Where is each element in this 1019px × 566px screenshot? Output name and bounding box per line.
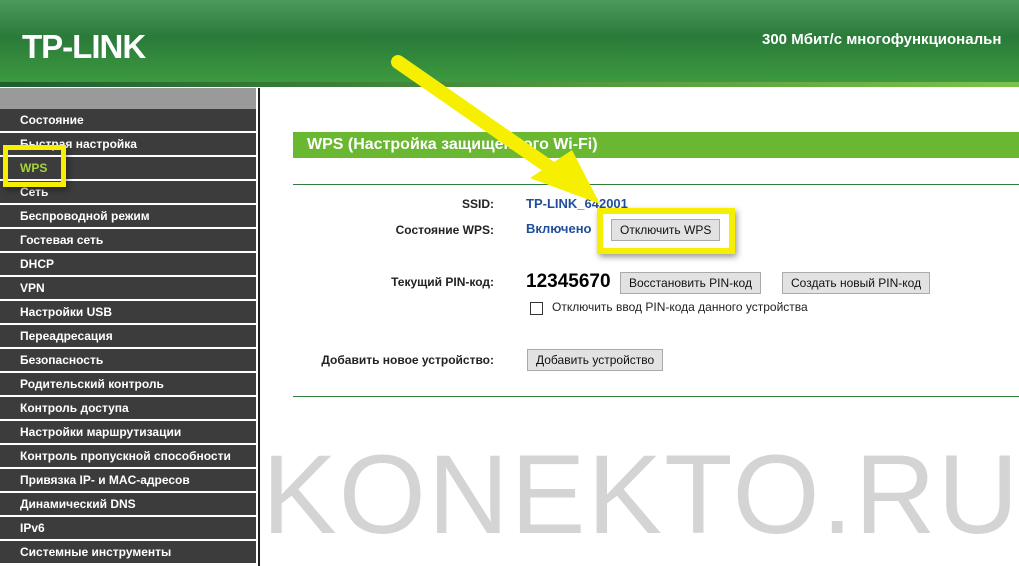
watermark: KONEKTO.RU — [262, 432, 1019, 557]
